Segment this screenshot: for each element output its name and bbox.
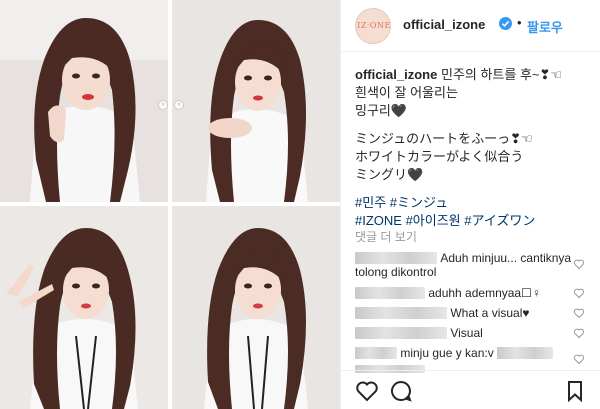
caption-username[interactable]: official_izone: [355, 67, 437, 82]
heart-icon[interactable]: [573, 307, 585, 319]
avatar[interactable]: IZ·ONE: [355, 8, 391, 44]
bookmark-icon[interactable]: [563, 379, 587, 403]
comment-text: tolong dikontrol: [355, 264, 437, 279]
caption-jp-line: ホワイトカラーがよく似合う: [355, 149, 524, 164]
comment-text: Visual: [450, 325, 483, 340]
avatar-logo-text: IZ·ONE: [357, 21, 391, 30]
blurred-text: [497, 346, 554, 359]
heart-icon[interactable]: [573, 287, 585, 299]
post-photo-4[interactable]: [172, 206, 340, 409]
heart-icon[interactable]: [573, 258, 585, 270]
comment-icon[interactable]: [389, 379, 413, 403]
blurred-username: [355, 346, 397, 359]
blurred-username: [355, 306, 447, 319]
caption-text-line: 민주의 하트를 후~❣☜: [440, 67, 563, 82]
comment-text: minju gue y kan:v: [400, 345, 494, 360]
separator-dot: •: [517, 15, 522, 30]
username-link[interactable]: official_izone: [403, 17, 485, 32]
hashtag-line[interactable]: #민주 #ミンジュ: [355, 194, 591, 212]
carousel-next-icon[interactable]: ›: [158, 100, 168, 110]
caption-jp-line: ミンジュのハートをふーっ❣☜: [355, 131, 533, 146]
follow-button[interactable]: 팔로우: [527, 17, 563, 36]
portrait-image-4: [172, 206, 340, 409]
blurred-username: [355, 251, 437, 264]
portrait-image-3: [0, 206, 168, 409]
comment-item: Visual: [355, 325, 591, 340]
portrait-image-2: [172, 0, 340, 202]
heart-icon[interactable]: [573, 327, 585, 339]
comment-text: Aduh minjuu... cantiknya: [440, 250, 572, 265]
verified-badge-icon: [499, 17, 512, 30]
portrait-image-1: [0, 0, 168, 202]
caption-text-line: 밍구리🖤: [355, 103, 408, 118]
post-photo-1[interactable]: ›: [0, 0, 168, 202]
post-header: IZ·ONE official_izone • 팔로우: [341, 0, 600, 52]
photo-grid: › ‹: [0, 0, 340, 409]
blurred-username: [355, 326, 447, 339]
view-more-comments-link[interactable]: 댓글 더 보기: [355, 228, 417, 245]
post-photo-2[interactable]: ‹: [172, 0, 340, 202]
comment-continuation: tolong dikontrol: [355, 264, 591, 279]
action-bar: [341, 370, 600, 409]
comment-item: minju gue y kan:v: [355, 345, 591, 360]
post-photo-3[interactable]: [0, 206, 168, 409]
caption-text-line: 흰색이 잘 어울리는: [355, 85, 458, 100]
comment-text: What a visual♥: [450, 305, 530, 320]
comment-item: What a visual♥: [355, 305, 591, 320]
like-icon[interactable]: [355, 379, 379, 403]
comment-item: Aduh minjuu... cantiknya: [355, 250, 591, 265]
comment-item: aduhh ademnyaa☐♀: [355, 285, 591, 300]
blurred-username: [355, 286, 425, 299]
comment-text: aduhh ademnyaa☐♀: [428, 285, 541, 300]
post-detail-panel: IZ·ONE official_izone • 팔로우 official_izo…: [340, 0, 600, 409]
post-caption: official_izone 민주의 하트를 후~❣☜ 흰색이 잘 어울리는 밍…: [355, 66, 591, 230]
carousel-prev-icon[interactable]: ‹: [174, 100, 184, 110]
caption-line-1: official_izone 민주의 하트를 후~❣☜: [355, 66, 591, 84]
caption-jp-line: ミングリ🖤: [355, 167, 424, 182]
